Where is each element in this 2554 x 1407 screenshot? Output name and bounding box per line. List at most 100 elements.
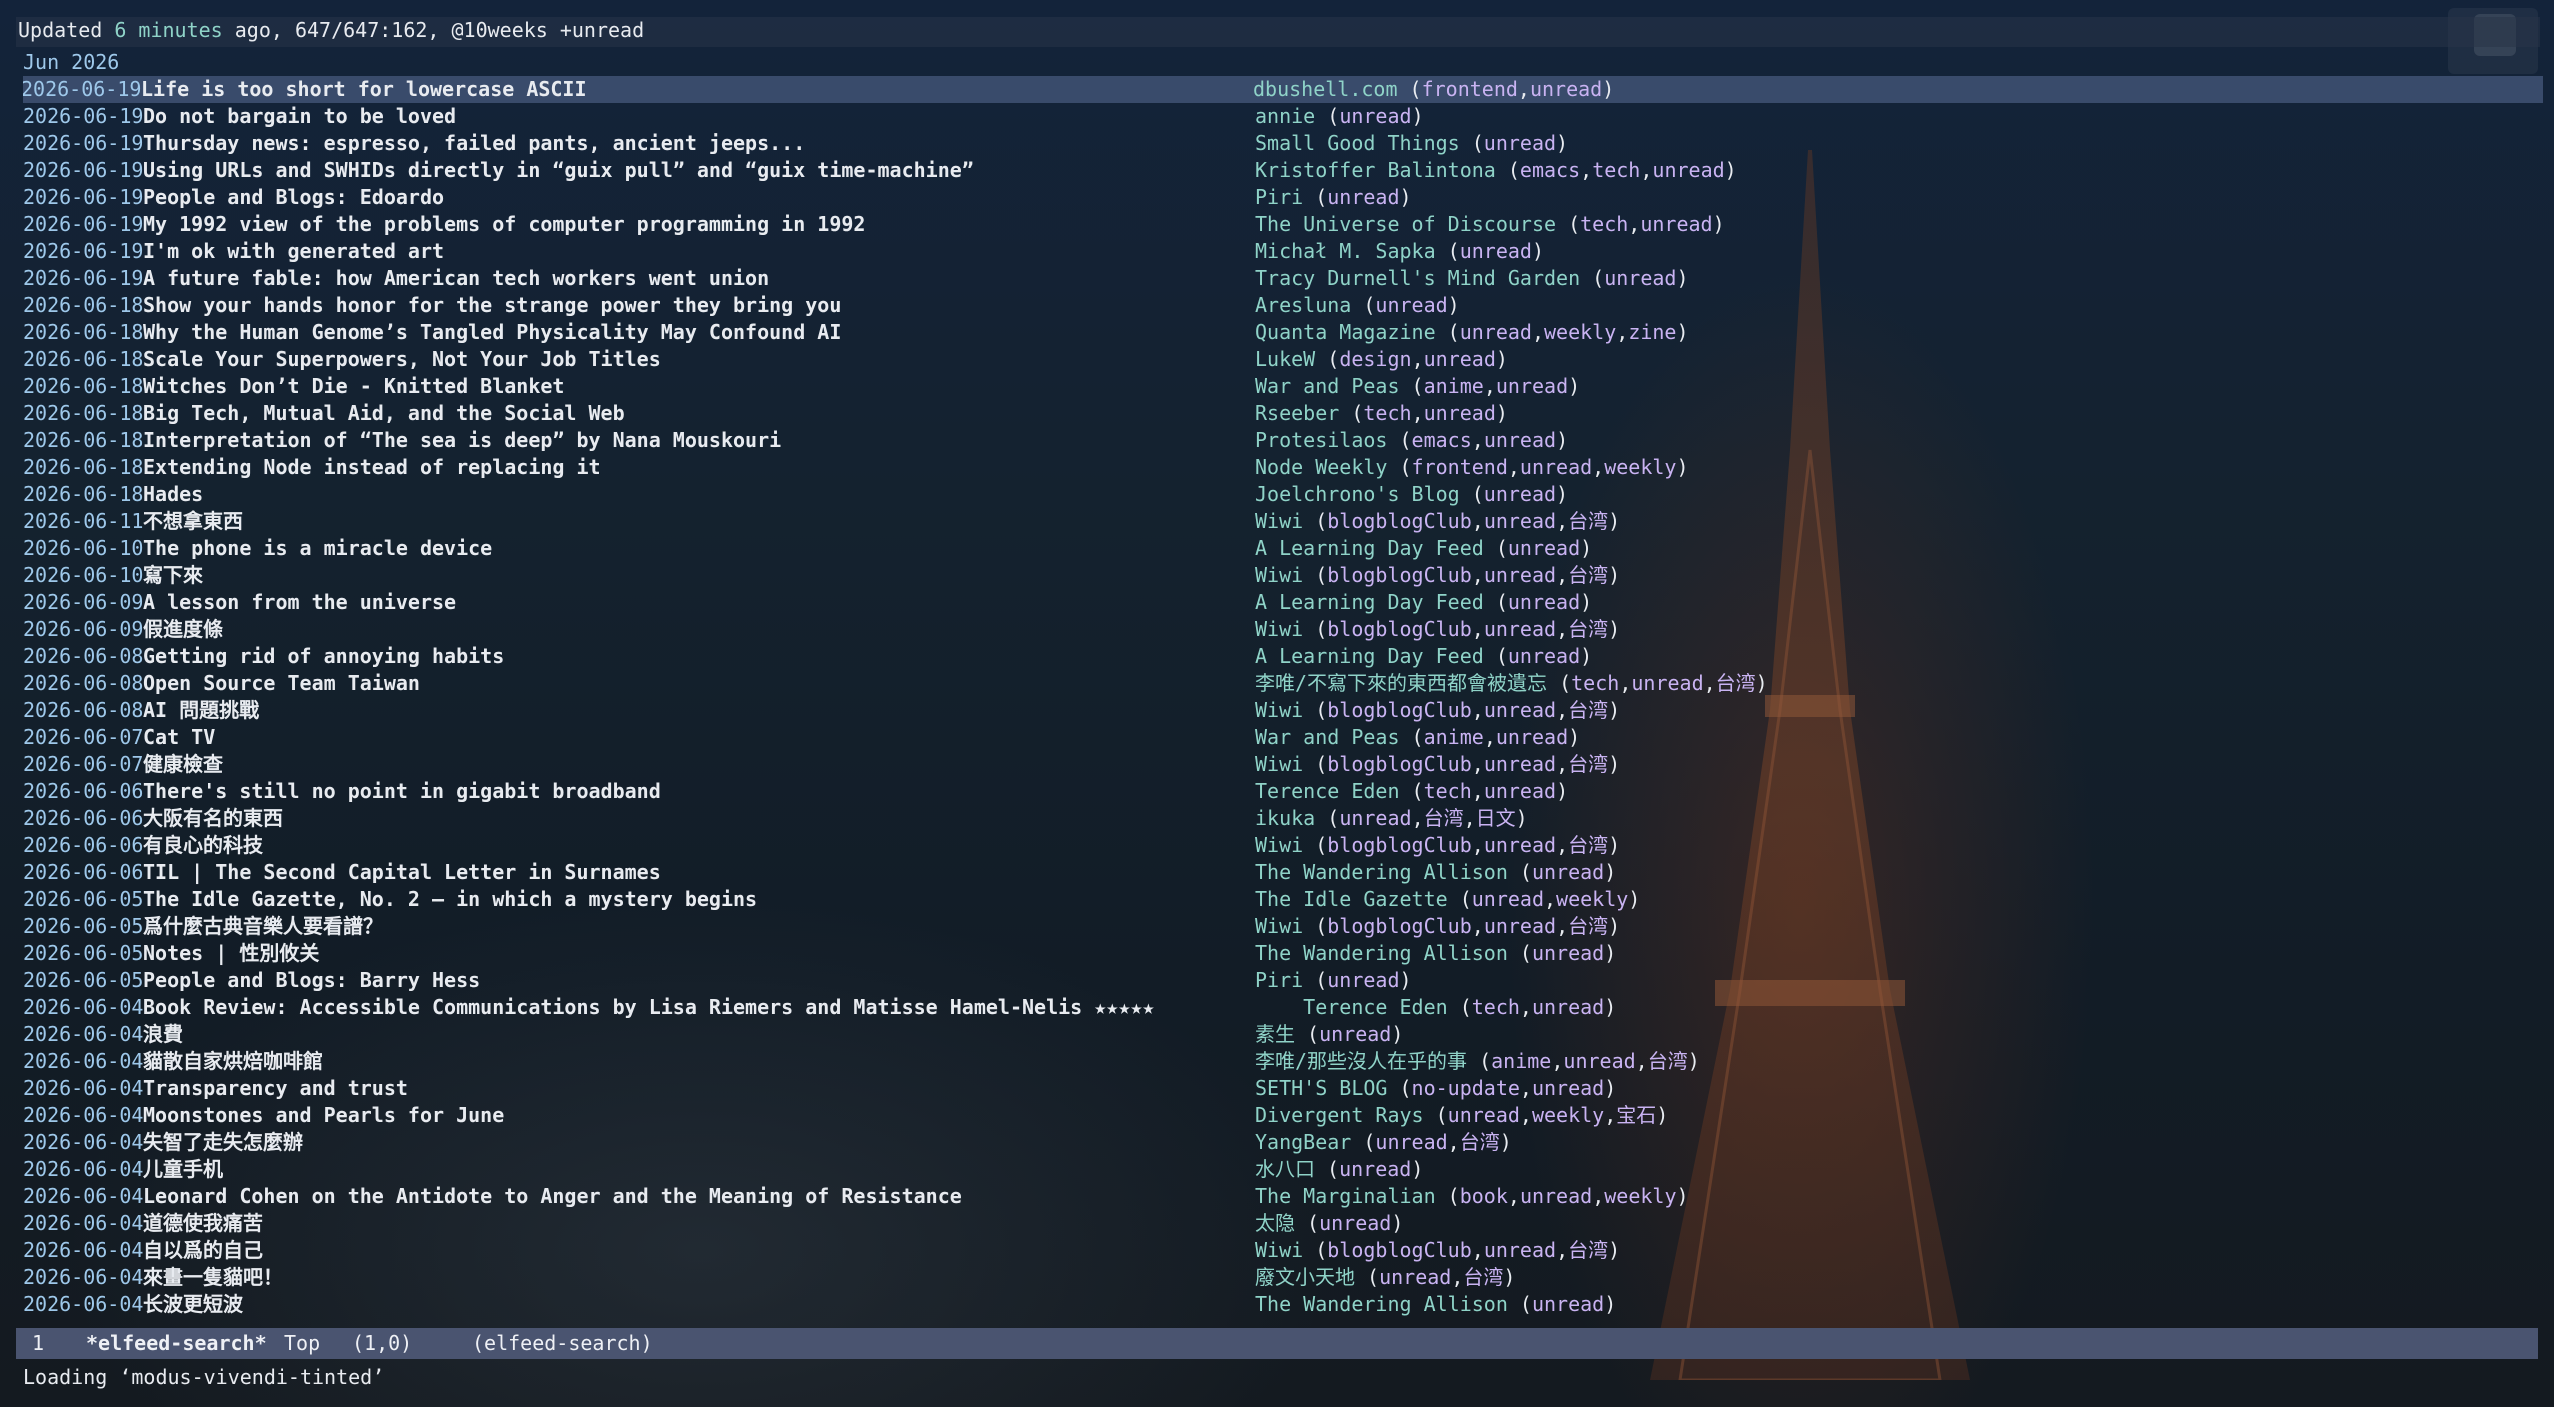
entry-title[interactable]: Show your hands honor for the strange po… [143,292,841,319]
entry-row[interactable]: 2026-06-11 不想拿東西 Wiwi (blogblogClub,unread… [23,508,2543,535]
entry-title[interactable]: 貓散自家烘焙咖啡館 [143,1048,323,1075]
entry-title[interactable]: 健康檢查 [143,751,223,778]
entry-row[interactable]: 2026-06-19 I'm ok with generated art Micha… [23,238,2543,265]
entry-row[interactable]: 2026-06-09 A lesson from the universe A Le… [23,589,2543,616]
entry-title[interactable]: Book Review: Accessible Communications b… [143,994,1154,1021]
entry-row[interactable]: 2026-06-08 AI 問題挑戰 Wiwi (blogblogClub,unre… [23,697,2543,724]
entry-row[interactable]: 2026-06-04 失智了走失怎麼辦 YangBear (unread,台湾) [23,1129,2543,1156]
entry-row[interactable]: 2026-06-06 TIL | The Second Capital Lette… [23,859,2543,886]
entry-row[interactable]: 2026-06-18 Why the Human Genome’s Tangled… [23,319,2543,346]
entry-title[interactable]: Open Source Team Taiwan [143,670,420,697]
entry-title[interactable]: Big Tech, Mutual Aid, and the Social Web [143,400,625,427]
entry-title[interactable]: Hades [143,481,203,508]
entry-row[interactable]: 2026-06-06 大阪有名的東西 ikuka (unread,台湾,日文) [23,805,2543,832]
entry-tag: emacs [1411,428,1472,452]
entry-row[interactable]: 2026-06-07 Cat TV War and Peas (anime,unre… [23,724,2543,751]
entry-title[interactable]: 來畫一隻貓吧！ [143,1264,283,1291]
entry-title[interactable]: A future fable: how American tech worker… [143,265,769,292]
entry-title[interactable]: 爲什麼古典音樂人要看譜？ [143,913,383,940]
entry-title[interactable]: Cat TV [143,724,215,751]
entry-title[interactable]: Notes | 性別攸关 [143,940,319,967]
entry-row[interactable]: 2026-06-04 貓散自家烘焙咖啡館 李唯/那些沒人在乎的事 (anime,un… [23,1048,2543,1075]
entry-row[interactable]: 2026-06-04 浪費 素生 (unread) [23,1021,2543,1048]
entry-row[interactable]: 2026-06-04 Book Review: Accessible Commun… [23,994,2543,1021]
entry-title[interactable]: 有良心的科技 [143,832,263,859]
entry-title[interactable]: A lesson from the universe [143,589,456,616]
entry-row[interactable]: 2026-06-05 Notes | 性別攸关 The Wandering Alli… [23,940,2543,967]
entry-row[interactable]: 2026-06-18 Extending Node instead of repl… [23,454,2543,481]
entry-row[interactable]: 2026-06-18 Hades Joelchrono's Blog (unread… [23,481,2543,508]
tag-separator: , [1556,698,1569,722]
entry-title[interactable]: TIL | The Second Capital Letter in Surna… [143,859,661,886]
entry-row[interactable]: 2026-06-18 Scale Your Superpowers, Not Yo… [23,346,2543,373]
entry-row[interactable]: 2026-06-08 Open Source Team Taiwan 李唯/不寫下來… [23,670,2543,697]
entry-row[interactable]: 2026-06-04 道德使我痛苦 太隐 (unread) [23,1210,2543,1237]
entry-title[interactable]: Witches Don’t Die - Knitted Blanket [143,373,564,400]
entry-row[interactable]: 2026-06-19 Using URLs and SWHIDs directly… [23,157,2543,184]
entry-row[interactable]: 2026-06-18 Witches Don’t Die - Knitted Bl… [23,373,2543,400]
entry-tag: unread [1563,1049,1636,1073]
entry-title[interactable]: My 1992 view of the problems of computer… [143,211,865,238]
entry-title[interactable]: People and Blogs: Edoardo [143,184,444,211]
entry-row[interactable]: 2026-06-18 Big Tech, Mutual Aid, and the … [23,400,2543,427]
entry-row[interactable]: 2026-06-04 儿童手机 水八口 (unread) [23,1156,2543,1183]
entry-title[interactable]: Getting rid of annoying habits [143,643,504,670]
entry-row[interactable]: 2026-06-04 來畫一隻貓吧！ 廢文小天地 (unread,台湾) [23,1264,2543,1291]
entry-row[interactable]: 2026-06-19 A future fable: how American t… [23,265,2543,292]
entry-list[interactable]: 2026-06-19 Life is too short for lowercas… [23,76,2543,1323]
entry-row[interactable]: 2026-06-10 寫下來 Wiwi (blogblogClub,unread,台… [23,562,2543,589]
entry-title[interactable]: 寫下來 [143,562,203,589]
entry-title[interactable]: Interpretation of “The sea is deep” by N… [143,427,781,454]
entry-title[interactable]: 长波更短波 [143,1291,243,1318]
entry-row[interactable]: 2026-06-19 Do not bargain to be loved anni… [23,103,2543,130]
entry-row[interactable]: 2026-06-06 有良心的科技 Wiwi (blogblogClub,unrea… [23,832,2543,859]
mode-line-major-mode[interactable]: (elfeed-search) [472,1328,653,1359]
entry-row[interactable]: 2026-06-10 The phone is a miracle device A… [23,535,2543,562]
entry-row[interactable]: 2026-06-19 People and Blogs: Edoardo Piri … [23,184,2543,211]
entry-row[interactable]: 2026-06-05 The Idle Gazette, No. 2 — in w… [23,886,2543,913]
entry-feed-name: Michał M. Sapka [1255,239,1436,263]
entry-row[interactable]: 2026-06-04 自以爲的自己 Wiwi (blogblogClub,unrea… [23,1237,2543,1264]
entry-title[interactable]: People and Blogs: Barry Hess [143,967,480,994]
entry-row[interactable]: 2026-06-05 爲什麼古典音樂人要看譜？ Wiwi (blogblogClub… [23,913,2543,940]
entry-row[interactable]: 2026-06-07 健康檢查 Wiwi (blogblogClub,unread,… [23,751,2543,778]
entry-title[interactable]: Moonstones and Pearls for June [143,1102,504,1129]
entry-tag: unread [1483,428,1557,452]
mode-line-buffer-name[interactable]: *elfeed-search* [86,1328,267,1359]
entry-title[interactable]: 不想拿東西 [143,508,243,535]
entry-row[interactable]: 2026-06-18 Show your hands honor for the … [23,292,2543,319]
entry-title[interactable]: 自以爲的自己 [143,1237,263,1264]
entry-row[interactable]: 2026-06-18 Interpretation of “The sea is … [23,427,2543,454]
entry-title[interactable]: 儿童手机 [143,1156,223,1183]
entry-title[interactable]: 失智了走失怎麼辦 [143,1129,303,1156]
entry-row[interactable]: 2026-06-04 Transparency and trust SETH'S B… [23,1075,2543,1102]
entry-title[interactable]: I'm ok with generated art [143,238,444,265]
entry-title[interactable]: 浪費 [143,1021,183,1048]
entry-title[interactable]: Using URLs and SWHIDs directly in “guix … [143,157,974,184]
entry-title[interactable]: Scale Your Superpowers, Not Your Job Tit… [143,346,661,373]
entry-title[interactable]: There's still no point in gigabit broadb… [143,778,661,805]
entry-row[interactable]: 2026-06-04 Leonard Cohen on the Antidote … [23,1183,2543,1210]
entry-row[interactable]: 2026-06-06 There's still no point in giga… [23,778,2543,805]
entry-row[interactable]: 2026-06-04 长波更短波 The Wandering Allison (un… [23,1291,2543,1318]
entry-row[interactable]: 2026-06-19 Thursday news: espresso, faile… [23,130,2543,157]
entry-row[interactable]: 2026-06-05 People and Blogs: Barry Hess Pi… [23,967,2543,994]
entry-title[interactable]: Transparency and trust [143,1075,408,1102]
entry-row[interactable]: 2026-06-04 Moonstones and Pearls for June… [23,1102,2543,1129]
entry-title[interactable]: 假進度條 [143,616,223,643]
entry-title[interactable]: AI 問題挑戰 [143,697,259,724]
entry-title[interactable]: 道德使我痛苦 [143,1210,263,1237]
entry-row[interactable]: 2026-06-08 Getting rid of annoying habits… [23,643,2543,670]
entry-title[interactable]: Thursday news: espresso, failed pants, a… [143,130,805,157]
entry-title[interactable]: Extending Node instead of replacing it [143,454,601,481]
entry-title[interactable]: 大阪有名的東西 [143,805,283,832]
entry-title[interactable]: Leonard Cohen on the Antidote to Anger a… [143,1183,962,1210]
entry-title[interactable]: Life is too short for lowercase ASCII [141,76,587,103]
entry-title[interactable]: The phone is a miracle device [143,535,492,562]
entry-title[interactable]: Do not bargain to be loved [143,103,456,130]
entry-row-selected[interactable]: 2026-06-19 Life is too short for lowercas… [23,76,2543,103]
entry-title[interactable]: Why the Human Genome’s Tangled Physicali… [143,319,841,346]
entry-row[interactable]: 2026-06-19 My 1992 view of the problems o… [23,211,2543,238]
entry-title[interactable]: The Idle Gazette, No. 2 — in which a mys… [143,886,757,913]
entry-row[interactable]: 2026-06-09 假進度條 Wiwi (blogblogClub,unread,… [23,616,2543,643]
